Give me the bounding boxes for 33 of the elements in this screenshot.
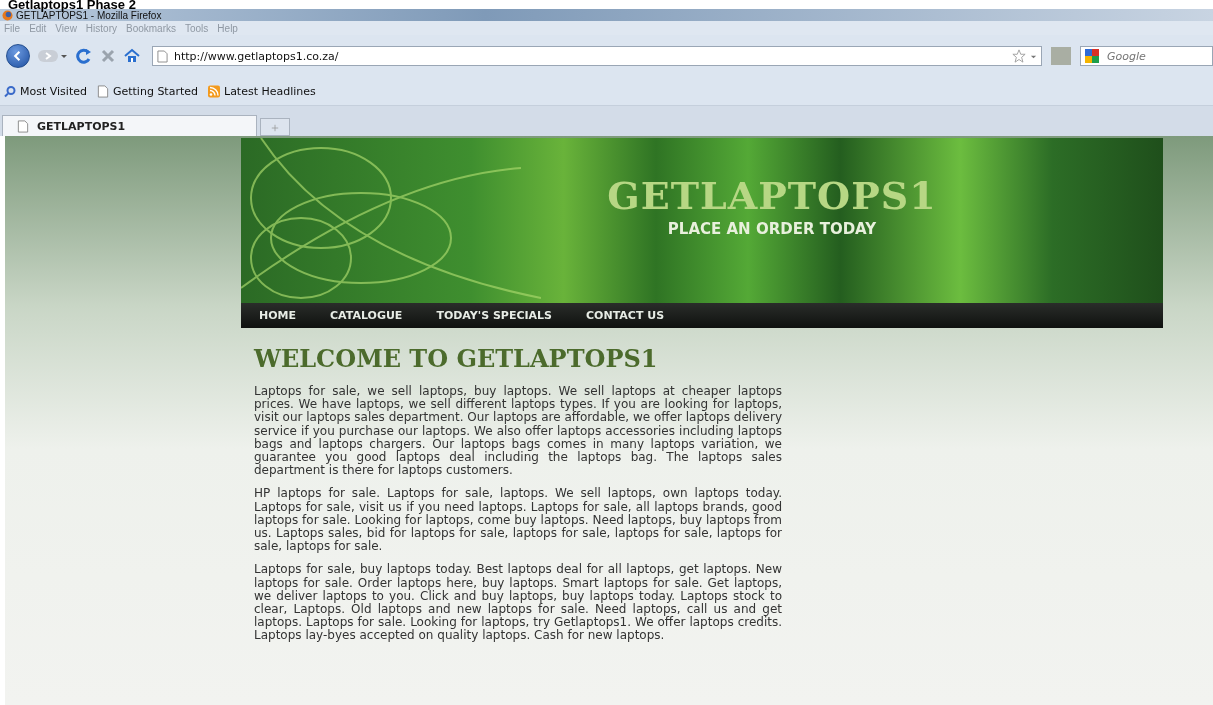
browser-tab[interactable]: GETLAPTOPS1 [2, 115, 257, 136]
body-paragraph: Laptops for sale, we sell laptops, buy laptops. We sell laptops at cheaper laptops prices. We have laptops, we sell different laptops types. If you are looking for laptops, visit our laptops sales department. Our laptops are affordable, we offer laptops delivery service if you purchase our laptops. We also offer laptops accessories including laptops bags and laptops chargers. Our laptops bags comes in many laptops variation, we guarantee you good laptops deal including the laptops bag. The laptops sales department is there for laptops customers. [254, 385, 782, 478]
search-icon [4, 84, 16, 98]
back-button[interactable] [6, 44, 30, 68]
bookmark-item[interactable]: Most Visited [4, 84, 87, 98]
bookmark-item[interactable]: Latest Headlines [208, 84, 316, 98]
plus-icon [271, 123, 279, 132]
search-input[interactable]: Google [1105, 48, 1209, 64]
nav-link[interactable]: CONTACT US [586, 309, 665, 322]
page-icon [17, 119, 29, 133]
page-heading: WELCOME TO GETLAPTOPS1 [254, 344, 659, 373]
page-icon [157, 49, 168, 63]
address-bar[interactable]: http://www.getlaptops1.co.za/ [152, 46, 1042, 66]
nav-link[interactable]: CATALOGUE [330, 309, 403, 322]
page-icon [96, 84, 109, 98]
home-icon[interactable] [124, 48, 140, 64]
nav-link[interactable]: TODAY'S SPECIALS [436, 309, 552, 322]
new-tab-button[interactable] [260, 118, 290, 136]
address-input[interactable]: http://www.getlaptops1.co.za/ [172, 48, 1008, 64]
star-icon[interactable] [1012, 49, 1026, 63]
site-tagline: PLACE AN ORDER TODAY [666, 220, 878, 238]
nav-link[interactable]: HOME [259, 309, 297, 322]
search-bar[interactable]: Google [1080, 46, 1213, 66]
forward-icon[interactable] [38, 48, 68, 64]
close-icon[interactable] [100, 48, 116, 64]
feed-thumbnail-icon[interactable] [1050, 46, 1072, 66]
search-engine-icon [1085, 49, 1099, 63]
feed-icon [208, 84, 220, 98]
bookmark-item[interactable]: Getting Started [96, 84, 198, 98]
body-paragraph: Laptops for sale, buy laptops today. Best laptops deal for all laptops, get laptops. New laptops for sale. Order laptops here, buy laptops. Smart laptops for sale. Get laptops, we deliver laptops to you. Click and buy laptops, buy laptops today. Laptops stock to clear, Laptops. Old laptops and new laptops for sale. Need laptops, call us and get laptops. Laptops for sale. Looking for laptops, try Getlaptops1. We offer laptops credits. Laptops lay-byes accepted on quality laptops. Cash for new laptops. [254, 563, 782, 643]
site-title: GETLAPTOPS1 [607, 176, 937, 216]
body-paragraph: HP laptops for sale. Laptops for sale, laptops. We sell laptops, own laptops today. Laptops for sale, visit us if you need laptops. Laptops for sale, all laptops brands, good laptops for sale. Looking for laptops, come buy laptops. Need laptops, buy laptops from us. Laptops sales, bid for laptops for sale, laptops for sale, laptops for sale, laptops for sale, laptops for sale. [254, 487, 782, 554]
reload-icon[interactable] [76, 48, 92, 64]
